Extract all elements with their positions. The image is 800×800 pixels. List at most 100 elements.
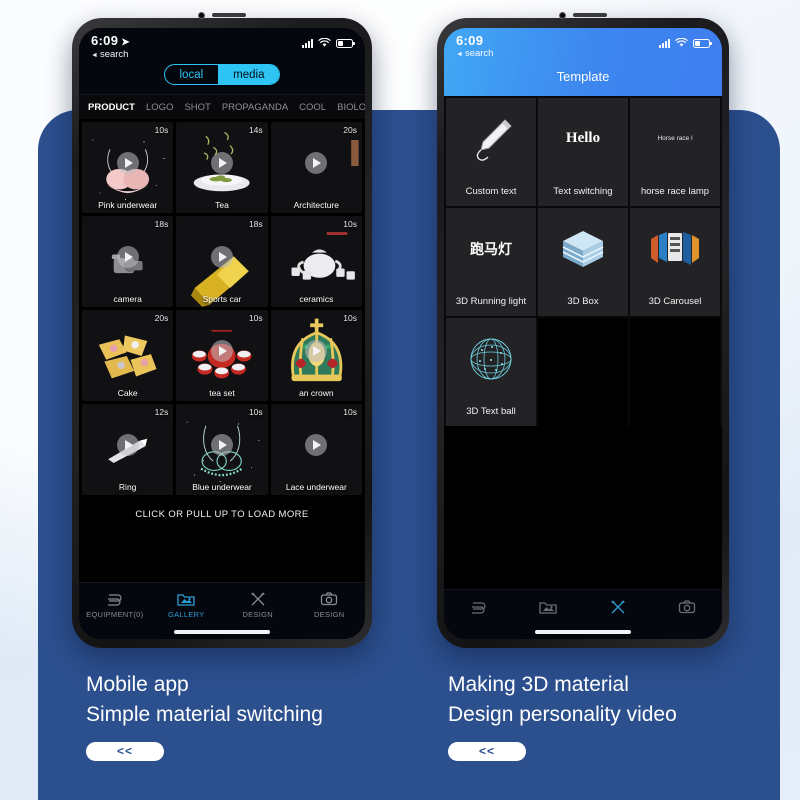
tab-equipment[interactable] [444, 599, 514, 615]
tab-label: DESIGN [313, 610, 345, 619]
play-icon[interactable] [116, 151, 139, 174]
template-caption: Text switching [553, 185, 613, 197]
play-icon[interactable] [210, 245, 233, 268]
gallery-icon [539, 602, 557, 614]
tile-duration: 10s [343, 219, 357, 230]
earpiece-speaker [573, 13, 607, 17]
tile-caption: Ring [118, 482, 137, 493]
category-tab-biology[interactable]: BIOLOGY [337, 102, 365, 113]
play-icon[interactable] [210, 339, 233, 362]
home-indicator [444, 625, 722, 639]
play-icon[interactable] [210, 151, 233, 174]
art-text: Horse race l [657, 135, 693, 143]
tile-duration: 10s [343, 407, 357, 418]
template-card[interactable]: 3D Box [538, 207, 628, 316]
category-tab-logo[interactable]: LOGO [146, 102, 173, 113]
prev-button-left[interactable]: << [86, 741, 164, 761]
signal-bars-icon [659, 38, 670, 48]
tile-caption: ceramics [299, 294, 334, 305]
tile-caption: Blue underwear [192, 482, 252, 493]
wifi-icon [675, 38, 688, 47]
category-tab-shot[interactable]: SHOT [184, 102, 210, 113]
back-to-search-link[interactable]: ◄ search [456, 48, 493, 59]
gallery-tile[interactable]: 10s ceramics [270, 216, 362, 308]
tab-camera[interactable]: DESIGN [294, 591, 366, 619]
tab-label: DESIGN [242, 610, 274, 619]
tab-equipment[interactable]: EQUIPMENT(0) [79, 591, 151, 619]
tab-design[interactable]: DESIGN [222, 591, 294, 619]
play-icon[interactable] [116, 433, 139, 456]
carousel-icon [630, 208, 720, 290]
gallery-tile[interactable]: 10s Blue underwear [176, 404, 268, 496]
earpiece-speaker [212, 13, 246, 17]
template-card[interactable]: Custom text [446, 97, 536, 206]
load-more-label[interactable]: CLICK OR PULL UP TO LOAD MORE [79, 495, 365, 582]
gallery-tile[interactable]: 10s tea set [176, 310, 268, 402]
gallery-tile[interactable]: 12s Ring [82, 404, 174, 496]
pencil-icon [446, 98, 536, 180]
category-tab-cool[interactable]: COOL [299, 102, 326, 113]
status-bar: 6:09 ➤ ◄ search [79, 28, 365, 62]
wifi-icon [318, 38, 331, 47]
template-caption: 3D Box [567, 295, 599, 307]
play-icon[interactable] [305, 339, 328, 362]
tile-duration: 20s [343, 125, 357, 136]
tile-caption: camera [113, 294, 142, 305]
gallery-tile[interactable]: 18s camera [82, 216, 174, 308]
tile-duration: 18s [248, 219, 263, 230]
phone-mockup-right: 6:09 ◄ search Template Custom text Hello… [437, 11, 729, 648]
caption-line-2: Design personality video [448, 703, 677, 727]
prev-button-right[interactable]: << [448, 741, 526, 761]
segment-media[interactable]: media [218, 65, 280, 85]
equipment-icon [107, 594, 122, 606]
caption-line-1: Mobile app [86, 673, 189, 696]
phone-screen-left: 6:09 ➤ ◄ search local media PRODUCT LOGO… [79, 28, 365, 639]
gallery-tile[interactable]: 20s Architecture [270, 122, 362, 214]
text-ball-icon [446, 318, 536, 400]
marquee-text-art: Horse race l [630, 98, 720, 180]
gallery-icon [177, 594, 195, 606]
tile-duration: 18s [154, 219, 169, 230]
tab-label: EQUIPMENT(0) [86, 610, 144, 619]
tile-caption: an crown [299, 388, 334, 399]
category-tab-product[interactable]: PRODUCT [88, 102, 135, 113]
segment-local[interactable]: local [165, 65, 219, 84]
status-time: 6:09 ➤ [91, 33, 130, 48]
play-icon[interactable] [116, 245, 139, 268]
tab-gallery[interactable]: GALLERY [151, 591, 223, 619]
template-card[interactable]: 跑马灯 3D Running light [446, 207, 536, 316]
tab-gallery[interactable] [514, 599, 584, 615]
template-caption: Custom text [465, 185, 517, 197]
tile-duration: 20s [154, 313, 169, 324]
tile-duration: 14s [248, 125, 263, 136]
gallery-tile[interactable]: 10s Pink underwear [82, 122, 174, 214]
category-tab-propaganda[interactable]: PROPAGANDA [222, 102, 288, 113]
source-segmented-control: local media [79, 61, 365, 95]
tile-caption: tea set [209, 388, 235, 399]
running-light-text-art: 跑马灯 [446, 208, 536, 290]
media-gallery-grid: 10s Pink underwear 14s Tea 20s Architect… [79, 119, 365, 496]
tile-caption: Cake [117, 388, 138, 399]
page-title: Template [556, 68, 610, 84]
template-card[interactable]: 3D Text ball [446, 317, 536, 426]
gallery-tile[interactable]: 18s Sports car [176, 216, 268, 308]
tab-camera[interactable] [653, 599, 723, 615]
tab-design[interactable] [583, 599, 653, 615]
play-icon[interactable] [305, 151, 328, 174]
design-icon [610, 600, 625, 614]
template-slot-empty [630, 317, 720, 426]
battery-icon [336, 38, 355, 48]
phone-screen-right: 6:09 ◄ search Template Custom text Hello… [444, 28, 722, 639]
template-card[interactable]: 3D Carousel [630, 207, 720, 316]
hello-text-art: Hello [538, 98, 628, 180]
gallery-tile[interactable]: 14s Tea [176, 122, 268, 214]
play-icon[interactable] [210, 433, 233, 456]
gallery-tile[interactable]: 10s an crown [270, 310, 362, 402]
gallery-tile[interactable]: 10s Lace underwear [270, 404, 362, 496]
template-card[interactable]: Hello Text switching [538, 97, 628, 206]
template-card[interactable]: Horse race l horse race lamp [630, 97, 720, 206]
gallery-tile[interactable]: 20s Cake [82, 310, 174, 402]
back-to-search-link[interactable]: ◄ search [91, 49, 130, 60]
play-icon[interactable] [305, 433, 328, 456]
tile-caption: Architecture [293, 200, 339, 211]
